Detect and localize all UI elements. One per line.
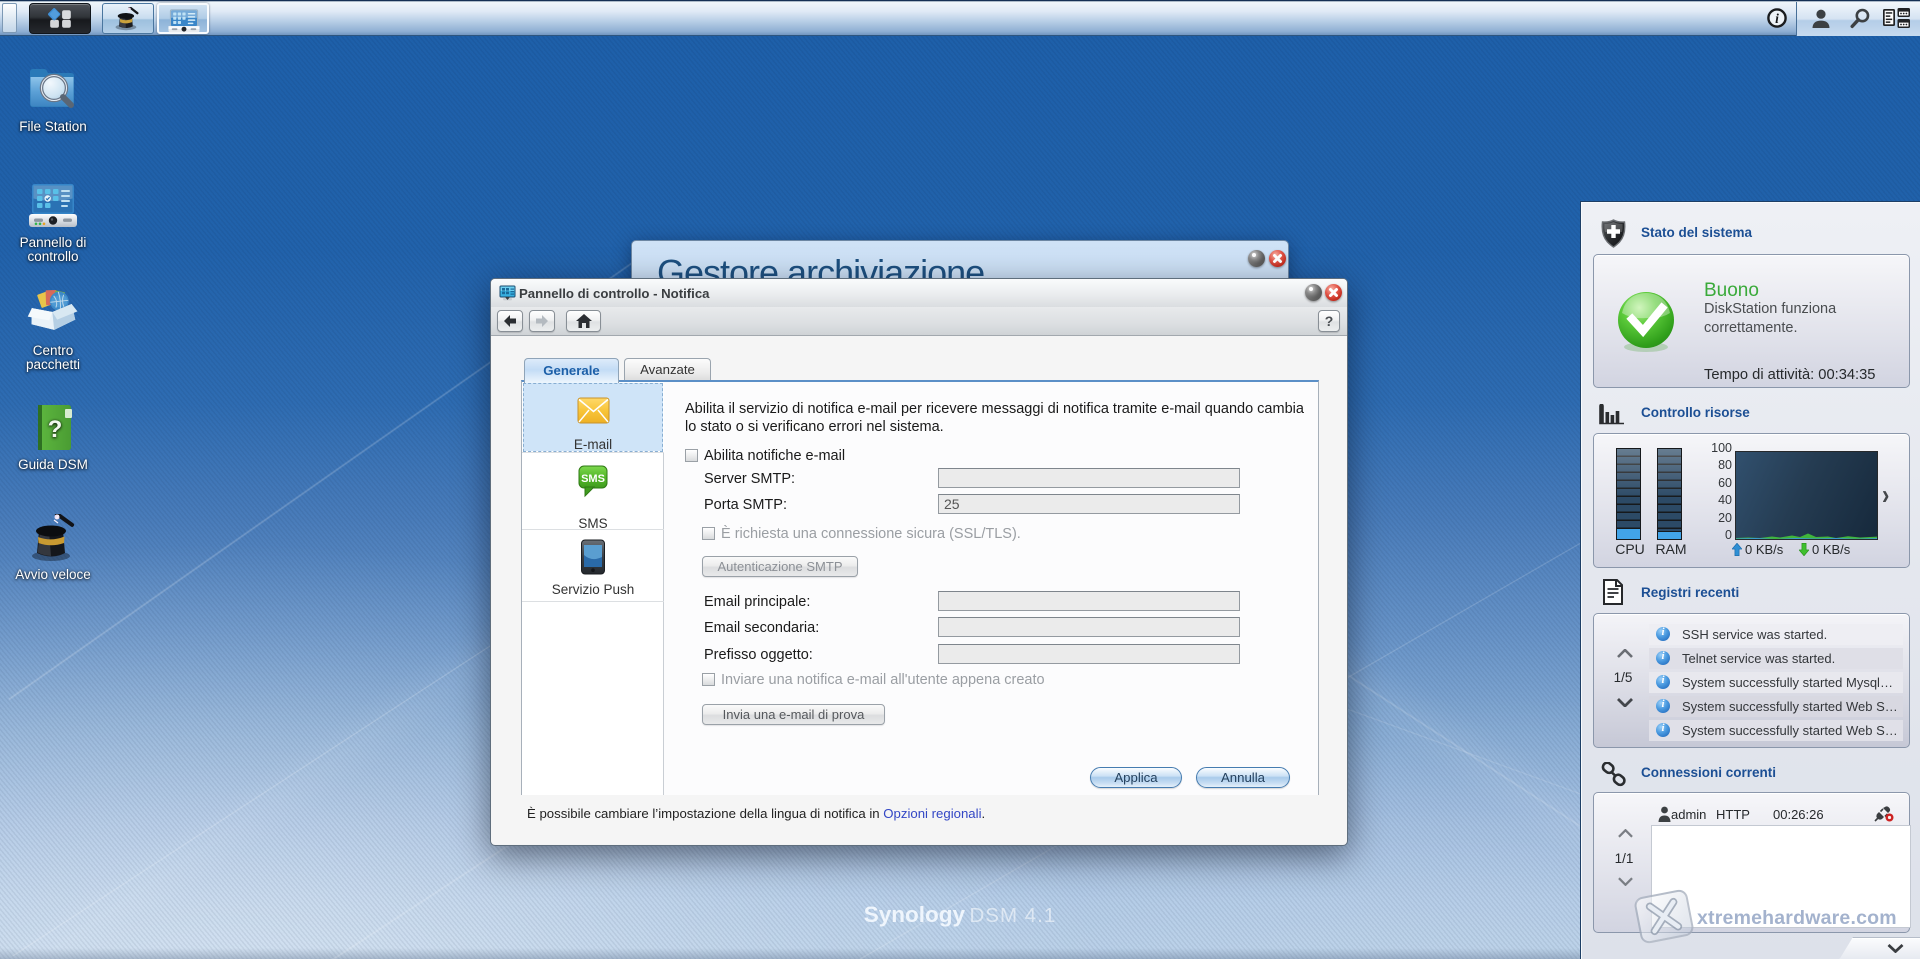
svg-text:?: ? (48, 416, 63, 443)
svg-text:SMS: SMS (581, 473, 605, 485)
svg-text:i: i (1775, 11, 1779, 26)
